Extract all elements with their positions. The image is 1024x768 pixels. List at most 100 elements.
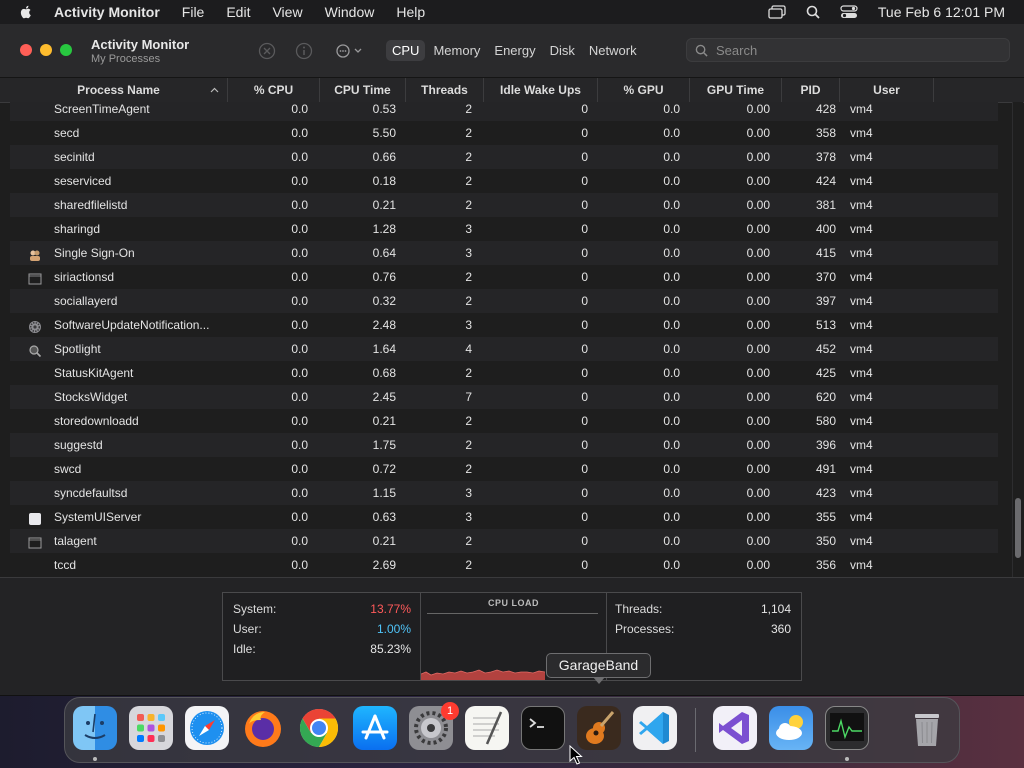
tab-energy[interactable]: Energy <box>488 40 541 61</box>
column-header-process-name[interactable]: Process Name <box>10 78 228 102</box>
column-header-idle-wake-ups[interactable]: Idle Wake Ups <box>484 78 598 102</box>
more-options-icon[interactable] <box>332 40 366 62</box>
menu-app-name[interactable]: Activity Monitor <box>54 4 160 20</box>
gpu-time-cell: 0.00 <box>746 342 770 356</box>
tab-memory[interactable]: Memory <box>427 40 486 61</box>
table-row[interactable]: SoftwareUpdateNotification... 0.0 2.48 3 0 0.… <box>10 313 998 337</box>
dock-trash-icon[interactable] <box>905 706 949 750</box>
column-header-gpu[interactable]: % GPU <box>598 78 690 102</box>
minimize-button[interactable] <box>40 44 52 56</box>
cpu-time-cell: 0.76 <box>372 270 396 284</box>
column-header-threads[interactable]: Threads <box>406 78 484 102</box>
control-center-icon[interactable] <box>840 5 858 19</box>
column-header-cpu-time[interactable]: CPU Time <box>320 78 406 102</box>
table-row[interactable]: Single Sign-On 0.0 0.64 3 0 0.0 0.00 415 vm4 <box>10 241 998 265</box>
stat-system-value: 13.77% <box>370 602 411 616</box>
dock-chrome-icon[interactable] <box>297 706 341 750</box>
threads-cell: 2 <box>465 174 472 188</box>
gpu-time-cell: 0.00 <box>746 366 770 380</box>
column-header-gpu-time[interactable]: GPU Time <box>690 78 782 102</box>
column-header-pid[interactable]: PID <box>782 78 840 102</box>
menu-view[interactable]: View <box>272 4 302 20</box>
tab-cpu[interactable]: CPU <box>386 39 426 61</box>
menu-clock[interactable]: Tue Feb 6 12:01 PM <box>878 4 1005 20</box>
dock-firefox-icon[interactable] <box>241 706 285 750</box>
info-icon[interactable] <box>293 40 315 62</box>
dock-weather-icon[interactable] <box>769 706 813 750</box>
pid-cell: 378 <box>815 150 836 164</box>
idle-wake-ups-cell: 0 <box>581 510 588 524</box>
search-box[interactable] <box>686 38 1010 62</box>
table-header: Process Name % CPU CPU Time Threads Idle… <box>0 78 1024 103</box>
table-row[interactable]: ScreenTimeAgent 0.0 0.53 2 0 0.0 0.00 428 vm4 <box>10 102 998 121</box>
table-row[interactable]: StocksWidget 0.0 2.45 7 0 0.0 0.00 620 vm4 <box>10 385 998 409</box>
gpu-time-cell: 0.00 <box>746 558 770 572</box>
dock-textedit-icon[interactable] <box>465 706 509 750</box>
stat-user-value: 1.00% <box>376 622 411 636</box>
pid-cell: 428 <box>815 102 836 116</box>
dock-safari-icon[interactable] <box>185 706 229 750</box>
cpu-time-cell: 2.45 <box>372 390 396 404</box>
cpu-percent-cell: 0.0 <box>291 462 308 476</box>
table-row[interactable]: talagent 0.0 0.21 2 0 0.0 0.00 350 vm4 <box>10 529 998 553</box>
search-input[interactable] <box>714 41 998 59</box>
activity-monitor-window: Activity Monitor My Processes CPU Memory… <box>0 24 1024 696</box>
apple-logo-icon[interactable] <box>18 4 34 20</box>
window-subtitle[interactable]: My Processes <box>91 53 160 65</box>
zoom-button[interactable] <box>60 44 72 56</box>
scrollbar-thumb[interactable] <box>1015 498 1021 558</box>
process-name-cell: storedownloadd <box>54 414 139 428</box>
table-row[interactable]: suggestd 0.0 1.75 2 0 0.0 0.00 396 vm4 <box>10 433 998 457</box>
dock-launchpad-icon[interactable] <box>129 706 173 750</box>
menu-window[interactable]: Window <box>325 4 375 20</box>
table-row[interactable]: tccd 0.0 2.69 2 0 0.0 0.00 356 vm4 <box>10 553 998 577</box>
table-row[interactable]: secd 0.0 5.50 2 0 0.0 0.00 358 vm4 <box>10 121 998 145</box>
cpu-time-cell: 0.72 <box>372 462 396 476</box>
table-row[interactable]: swcd 0.0 0.72 2 0 0.0 0.00 491 vm4 <box>10 457 998 481</box>
vertical-scrollbar[interactable] <box>1012 102 1023 577</box>
gpu-time-cell: 0.00 <box>746 510 770 524</box>
window-title: Activity Monitor <box>91 37 190 52</box>
cpu-percent-cell: 0.0 <box>291 366 308 380</box>
table-row[interactable]: sharingd 0.0 1.28 3 0 0.0 0.00 400 vm4 <box>10 217 998 241</box>
user-cell: vm4 <box>850 534 873 548</box>
spotlight-search-icon[interactable] <box>806 5 820 19</box>
table-row[interactable]: secinitd 0.0 0.66 2 0 0.0 0.00 378 vm4 <box>10 145 998 169</box>
table-row[interactable]: StatusKitAgent 0.0 0.68 2 0 0.0 0.00 425 vm4 <box>10 361 998 385</box>
close-button[interactable] <box>20 44 32 56</box>
table-row[interactable]: Spotlight 0.0 1.64 4 0 0.0 0.00 452 vm4 <box>10 337 998 361</box>
table-row[interactable]: siriactionsd 0.0 0.76 2 0 0.0 0.00 370 vm4 <box>10 265 998 289</box>
column-header-user[interactable]: User <box>840 78 934 102</box>
tab-network[interactable]: Network <box>583 40 643 61</box>
pid-cell: 400 <box>815 222 836 236</box>
table-row[interactable]: storedownloadd 0.0 0.21 2 0 0.0 0.00 580 vm4 <box>10 409 998 433</box>
dock-finder-icon[interactable] <box>73 706 117 750</box>
cpu-percent-cell: 0.0 <box>291 294 308 308</box>
dock-vscode-icon[interactable] <box>633 706 677 750</box>
cpu-time-cell: 5.50 <box>372 126 396 140</box>
dock-terminal-icon[interactable] <box>521 706 565 750</box>
table-row[interactable]: seserviced 0.0 0.18 2 0 0.0 0.00 424 vm4 <box>10 169 998 193</box>
menu-edit[interactable]: Edit <box>226 4 250 20</box>
dock-garageband-icon[interactable] <box>577 706 621 750</box>
menu-help[interactable]: Help <box>396 4 425 20</box>
dock-activity-monitor-icon[interactable] <box>825 706 869 750</box>
screen-mirroring-icon[interactable] <box>768 5 786 19</box>
pid-cell: 350 <box>815 534 836 548</box>
table-row[interactable]: sociallayerd 0.0 0.32 2 0 0.0 0.00 397 vm4 <box>10 289 998 313</box>
pid-cell: 355 <box>815 510 836 524</box>
dock-app-store-icon[interactable] <box>353 706 397 750</box>
column-header-cpu[interactable]: % CPU <box>228 78 320 102</box>
table-row[interactable]: sharedfilelistd 0.0 0.21 2 0 0.0 0.00 381 vm4 <box>10 193 998 217</box>
menu-file[interactable]: File <box>182 4 205 20</box>
process-name-cell: seserviced <box>54 174 112 188</box>
table-row[interactable]: syncdefaultsd 0.0 1.15 3 0 0.0 0.00 423 vm4 <box>10 481 998 505</box>
table-row[interactable]: SystemUIServer 0.0 0.63 3 0 0.0 0.00 355 vm4 <box>10 505 998 529</box>
dock-visual-studio-icon[interactable] <box>713 706 757 750</box>
dock-activity-monitor-running-dot <box>845 757 849 761</box>
idle-wake-ups-cell: 0 <box>581 198 588 212</box>
threads-cell: 7 <box>465 390 472 404</box>
user-cell: vm4 <box>850 270 873 284</box>
tab-disk[interactable]: Disk <box>544 40 581 61</box>
stop-process-icon[interactable] <box>256 40 278 62</box>
